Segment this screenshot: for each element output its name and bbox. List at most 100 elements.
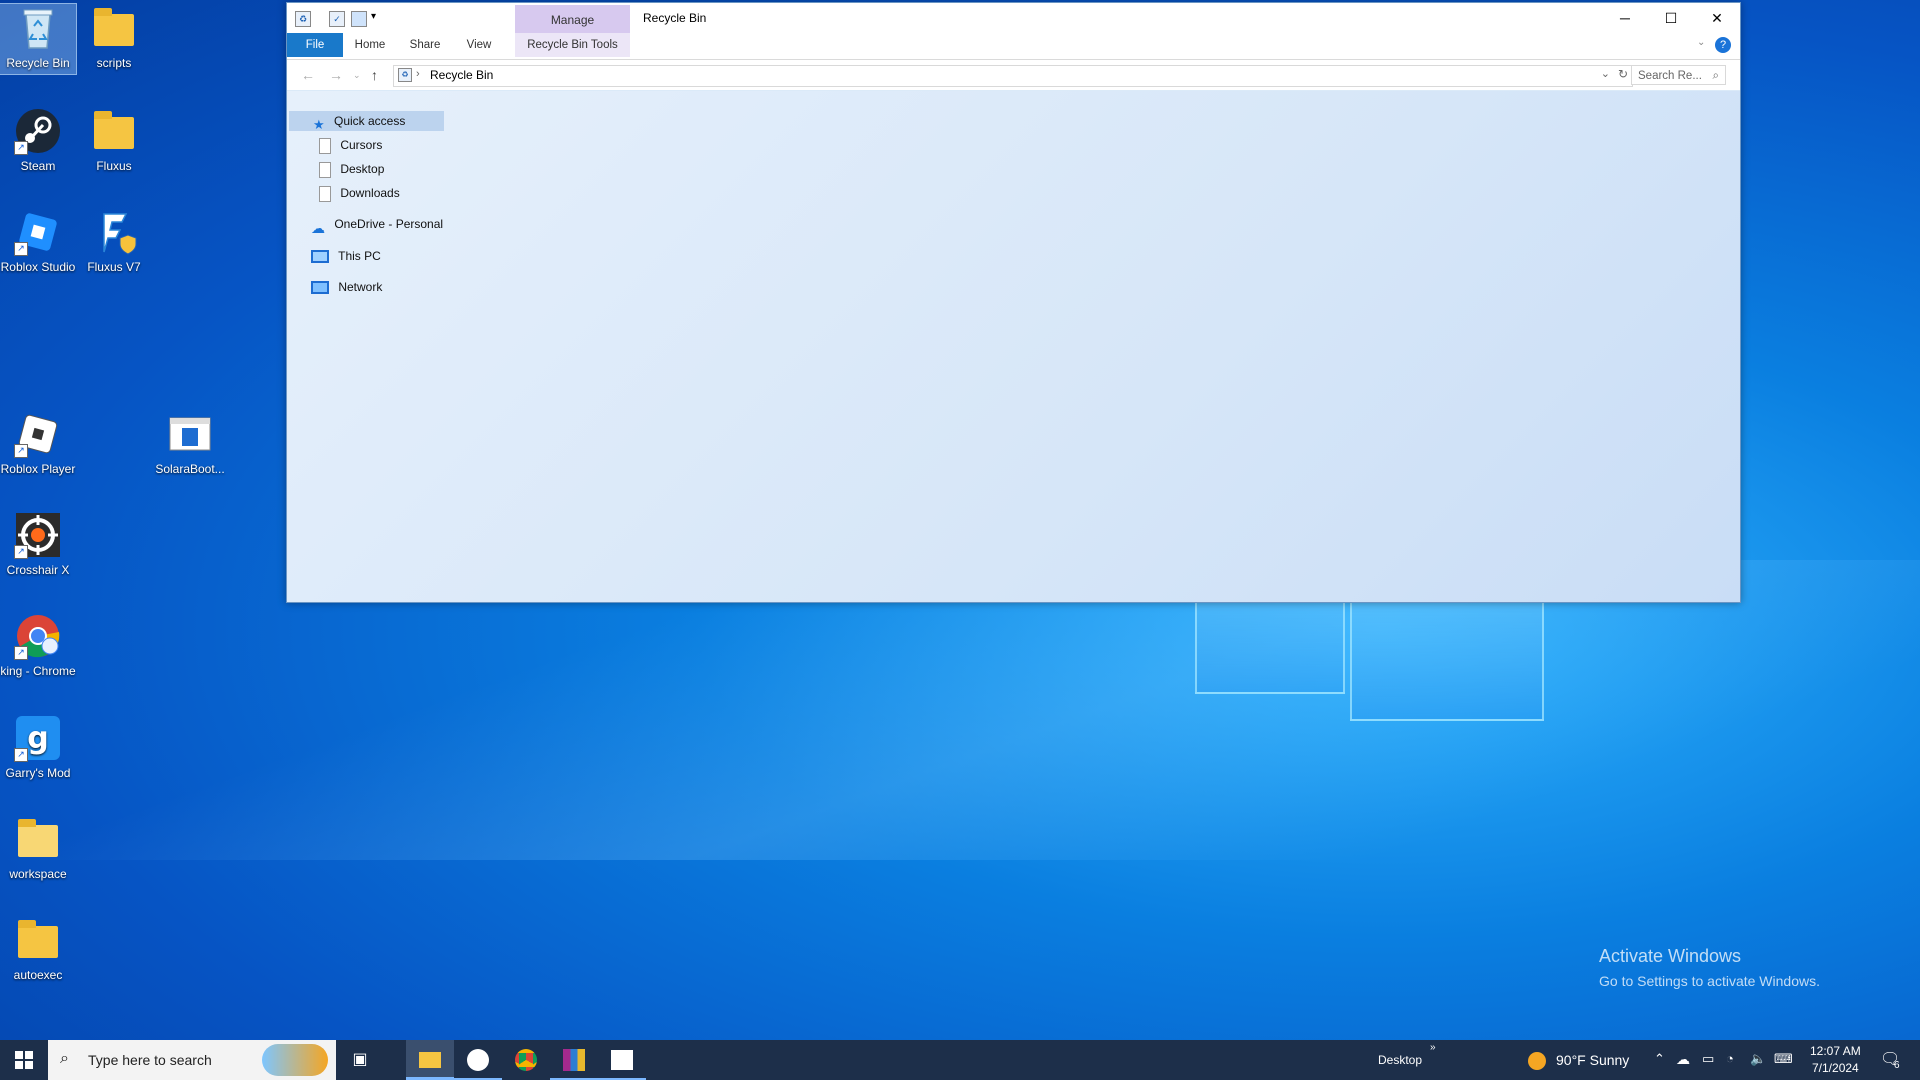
desktop-icon-garrys-mod[interactable]: g ↗ Garry's Mod bbox=[0, 714, 76, 780]
activation-watermark-title: Activate Windows bbox=[1599, 946, 1742, 966]
nav-this-pc[interactable]: This PC bbox=[311, 246, 381, 266]
tab-view[interactable]: View bbox=[453, 33, 505, 57]
breadcrumb-separator-icon: › bbox=[416, 68, 420, 80]
desktop-icon-label: Garry's Mod bbox=[5, 766, 71, 780]
taskbar-file-explorer[interactable] bbox=[406, 1040, 454, 1080]
desktop-icon-label: Recycle Bin bbox=[6, 56, 70, 70]
svg-text:g: g bbox=[27, 721, 48, 756]
nav-item-label: Cursors bbox=[340, 138, 383, 152]
document-icon bbox=[319, 185, 331, 202]
search-input[interactable]: Search Re... ⌕ bbox=[1631, 65, 1726, 85]
battery-icon[interactable]: ▭ bbox=[1702, 1051, 1714, 1067]
minimize-button[interactable]: ─ bbox=[1602, 3, 1648, 33]
desktop-icon-label: Fluxus bbox=[96, 159, 132, 173]
refresh-icon[interactable]: ↻ bbox=[1618, 67, 1628, 81]
search-icon: ⌕ bbox=[60, 1050, 69, 1067]
garrys-mod-icon: g ↗ bbox=[14, 714, 62, 762]
taskbar-winrar[interactable] bbox=[550, 1040, 598, 1080]
tab-home[interactable]: Home bbox=[343, 33, 397, 57]
desktop-icon-roblox-studio[interactable]: ↗ Roblox Studio bbox=[0, 208, 76, 274]
recycle-bin-icon: ♻ bbox=[398, 68, 412, 82]
nav-quick-access[interactable]: ★ Quick access bbox=[289, 111, 444, 132]
recycle-bin-icon: ♻ bbox=[295, 11, 311, 27]
new-folder-icon[interactable] bbox=[351, 11, 367, 27]
ribbon-expand-icon[interactable]: ⌄ bbox=[1697, 37, 1705, 48]
taskbar: ⌕ Type here to search ▣ Desktop » 90°F S… bbox=[0, 1040, 1920, 1080]
desktop-icon-crosshair-x[interactable]: ↗ Crosshair X bbox=[0, 511, 76, 577]
nav-item-label: Desktop bbox=[340, 162, 385, 176]
folder-icon bbox=[90, 4, 138, 52]
desktop-icon-workspace[interactable]: workspace bbox=[0, 815, 76, 881]
address-bar[interactable]: ♻ › Recycle Bin ⌄ ↻ bbox=[393, 65, 1633, 87]
back-icon[interactable]: ← bbox=[301, 67, 315, 83]
up-icon[interactable]: ↑ bbox=[371, 67, 378, 83]
tab-file[interactable]: File bbox=[287, 33, 343, 57]
desktop-icon-steam[interactable]: ↗ Steam bbox=[0, 107, 76, 173]
desktop-icon-fluxus[interactable]: Fluxus bbox=[76, 107, 152, 173]
taskbar-steam[interactable] bbox=[454, 1040, 502, 1080]
desktop-icon-chrome[interactable]: ↗ king - Chrome bbox=[0, 612, 76, 678]
recent-locations-icon[interactable]: ⌄ bbox=[353, 70, 361, 81]
desktop-icon-label: Crosshair X bbox=[6, 563, 70, 577]
desktop-icon-label: Roblox Studio bbox=[0, 260, 76, 274]
maximize-button[interactable]: ☐ bbox=[1648, 3, 1694, 33]
roblox-studio-icon: ↗ bbox=[14, 208, 62, 256]
desktop-icon-label: workspace bbox=[9, 867, 67, 881]
taskbar-chrome[interactable] bbox=[502, 1040, 550, 1080]
nav-item-desktop[interactable]: Desktop bbox=[319, 159, 384, 179]
desktop-icon-fluxus-v7[interactable]: Fluxus V7 bbox=[76, 208, 152, 274]
wallpaper-light-beam bbox=[0, 560, 1920, 860]
desktop-icon-label: Roblox Player bbox=[0, 462, 76, 476]
desktop-icon-autoexec[interactable]: autoexec bbox=[0, 916, 76, 982]
desktop-icon-recycle-bin[interactable]: Recycle Bin bbox=[0, 3, 77, 75]
properties-icon[interactable]: ✓ bbox=[329, 11, 345, 27]
desktop-icon-solara[interactable]: SolaraBoot... bbox=[152, 410, 228, 476]
taskbar-store[interactable] bbox=[598, 1040, 646, 1080]
clock-time[interactable]: 12:07 AM bbox=[1810, 1044, 1861, 1058]
clock-date[interactable]: 7/1/2024 bbox=[1812, 1061, 1859, 1075]
nav-item-label: Network bbox=[338, 280, 383, 294]
folder-icon bbox=[90, 107, 138, 155]
weather-sun-icon bbox=[1528, 1052, 1546, 1070]
address-dropdown-icon[interactable]: ⌄ bbox=[1601, 67, 1610, 80]
network-icon bbox=[311, 281, 329, 295]
nav-item-cursors[interactable]: Cursors bbox=[319, 135, 382, 155]
roblox-player-icon: ↗ bbox=[14, 410, 62, 458]
close-button[interactable]: ✕ bbox=[1694, 3, 1740, 33]
nav-item-downloads[interactable]: Downloads bbox=[319, 183, 400, 203]
help-icon[interactable]: ? bbox=[1715, 37, 1731, 53]
fluxus-icon bbox=[90, 208, 138, 256]
content-area[interactable]: ★ Quick access Cursors Desktop Downloads… bbox=[287, 91, 1740, 602]
weather-widget[interactable]: 90°F Sunny bbox=[1556, 1052, 1629, 1068]
task-view-button[interactable]: ▣ bbox=[336, 1040, 384, 1080]
document-icon bbox=[319, 137, 331, 154]
toolbar-overflow-icon[interactable]: » bbox=[1430, 1042, 1436, 1053]
keyboard-icon[interactable]: ⌨ bbox=[1774, 1051, 1793, 1067]
explorer-window[interactable]: ♻ ✓ ▾ Manage Recycle Bin ─ ☐ ✕ File Home… bbox=[286, 2, 1741, 603]
title-bar[interactable]: ♻ ✓ ▾ Manage Recycle Bin ─ ☐ ✕ bbox=[287, 3, 1740, 33]
folder-icon bbox=[14, 815, 62, 863]
chevron-up-icon[interactable]: ⌃ bbox=[1654, 1051, 1665, 1067]
taskbar-search-input[interactable]: ⌕ Type here to search bbox=[48, 1040, 336, 1080]
tab-manage[interactable]: Manage bbox=[515, 5, 630, 33]
forward-icon[interactable]: → bbox=[329, 67, 343, 83]
document-icon bbox=[319, 161, 331, 178]
desktop-icon-roblox-player[interactable]: ↗ Roblox Player bbox=[0, 410, 76, 476]
nav-item-label: OneDrive - Personal bbox=[334, 217, 444, 231]
tab-share[interactable]: Share bbox=[397, 33, 453, 57]
nav-onedrive[interactable]: ☁ OneDrive - Personal bbox=[311, 214, 444, 236]
network-icon[interactable]: ◔ bbox=[1726, 1051, 1734, 1066]
desktop-toolbar-label[interactable]: Desktop bbox=[1378, 1053, 1422, 1067]
breadcrumb[interactable]: Recycle Bin bbox=[430, 68, 493, 82]
search-placeholder: Type here to search bbox=[88, 1052, 212, 1068]
desktop-icon-label: Fluxus V7 bbox=[87, 260, 141, 274]
onedrive-icon[interactable]: ☁ bbox=[1676, 1051, 1690, 1068]
window-title: Recycle Bin bbox=[643, 11, 707, 25]
tab-recycle-bin-tools[interactable]: Recycle Bin Tools bbox=[515, 33, 630, 57]
customize-qat-icon[interactable]: ▾ bbox=[371, 11, 376, 22]
desktop-icon-scripts[interactable]: scripts bbox=[76, 4, 152, 70]
volume-icon[interactable]: 🔈 bbox=[1750, 1051, 1766, 1067]
desktop-icon-label: king - Chrome bbox=[0, 664, 76, 678]
start-button[interactable] bbox=[0, 1040, 48, 1080]
nav-network[interactable]: Network bbox=[311, 277, 382, 297]
